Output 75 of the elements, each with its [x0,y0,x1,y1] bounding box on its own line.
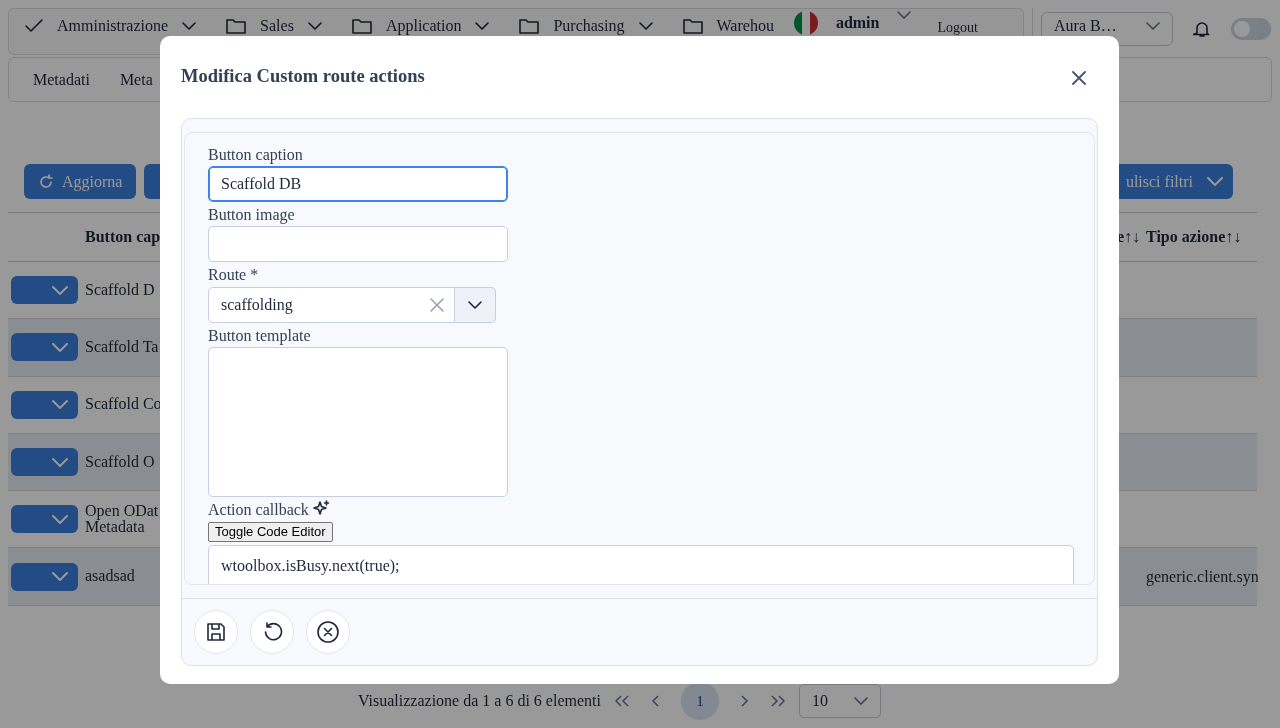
toggle-editor-button[interactable]: Toggle Code Editor [208,521,333,542]
field-label: Button caption [208,146,303,163]
save-button[interactable] [194,610,238,654]
caret-icon [307,22,322,30]
caret-icon [638,22,653,30]
field-label: Route * [208,266,259,284]
last-page-icon [770,695,785,707]
caret-icon [52,285,68,295]
caret-icon [853,697,868,705]
code-line: wtoolbox.isBusy.next(true); [221,556,400,574]
nav-menu-item[interactable]: Application [385,18,462,34]
caret-icon [52,342,68,352]
bell-icon [1193,20,1211,38]
flag-icon [793,11,818,35]
table-cell: Open ODat Metadata [85,502,159,537]
caret-icon [475,22,490,30]
modal-title: Modifica Custom route actions [181,65,425,89]
row-actions-button[interactable] [11,276,78,305]
table-cell: asadsad [85,568,135,586]
row-actions-button[interactable] [11,505,78,534]
dropdown-button[interactable] [455,286,496,323]
caret-icon [182,22,197,30]
cancel-icon [316,620,340,644]
folder-icon [519,18,540,34]
caret-icon [52,514,68,524]
input-field[interactable]: Scaffold DB [208,166,508,203]
close-icon [1072,71,1086,86]
code-editor[interactable]: wtoolbox.isBusy.next(true); [208,544,1074,584]
next-page-icon [740,695,749,707]
submenu-item[interactable]: Meta [119,67,153,92]
table-cell: Scaffold O [85,453,155,471]
refresh-icon [38,173,54,190]
clear-icon [430,297,444,312]
table-cell: Scaffold Ta [85,339,159,356]
folder-icon [351,18,372,34]
caret-icon [52,457,68,467]
field-label: Button template [208,326,311,344]
nav-menu-item[interactable]: Warehou [716,18,774,34]
theme-toggle[interactable] [1231,18,1271,40]
first-page-icon [614,695,629,707]
column-header[interactable]: Button cap [85,225,161,249]
table-cell: Scaffold D [85,281,155,299]
check-icon [25,19,43,33]
undo-button[interactable] [250,610,294,654]
row-actions-button[interactable] [11,448,78,477]
caret-icon [1207,177,1223,186]
folder-icon [682,18,703,34]
row-actions-button[interactable] [11,333,78,362]
row-actions-button[interactable] [11,562,78,591]
save-icon [205,621,227,643]
caret-icon [1146,22,1160,30]
folder-icon [226,18,247,34]
column-header[interactable]: Tipo azione↑↓ [1146,225,1242,249]
input-field[interactable] [208,226,508,263]
field-label: Action callback [208,500,309,518]
page-size-select[interactable]: 10 [798,684,881,718]
previous-page-icon [650,695,659,707]
caret-icon [468,300,482,309]
page-button[interactable]: 1 [680,682,719,720]
nav-menu-item[interactable]: Sales [260,18,294,34]
caret-icon [52,400,68,410]
user-name[interactable]: admin [835,15,880,31]
pagination-summary: Visualizzazione da 1 a 6 di 6 elementi [358,691,601,711]
nav-menu-item[interactable]: Amministrazione [57,18,169,34]
logout-link[interactable]: Logout [937,21,978,35]
route-field[interactable]: scaffolding [208,286,455,323]
caret-icon [897,11,912,19]
table-cell-text: generic.client.syn [1146,566,1259,588]
sparkle-icon [312,499,330,517]
cancel-button[interactable] [306,610,350,654]
field-label: Button image [208,206,295,224]
submenu-item[interactable]: Metadati [33,67,90,92]
row-actions-button[interactable] [11,390,78,419]
caret-icon [52,572,68,582]
nav-menu-item[interactable]: Purchasing [553,18,625,34]
